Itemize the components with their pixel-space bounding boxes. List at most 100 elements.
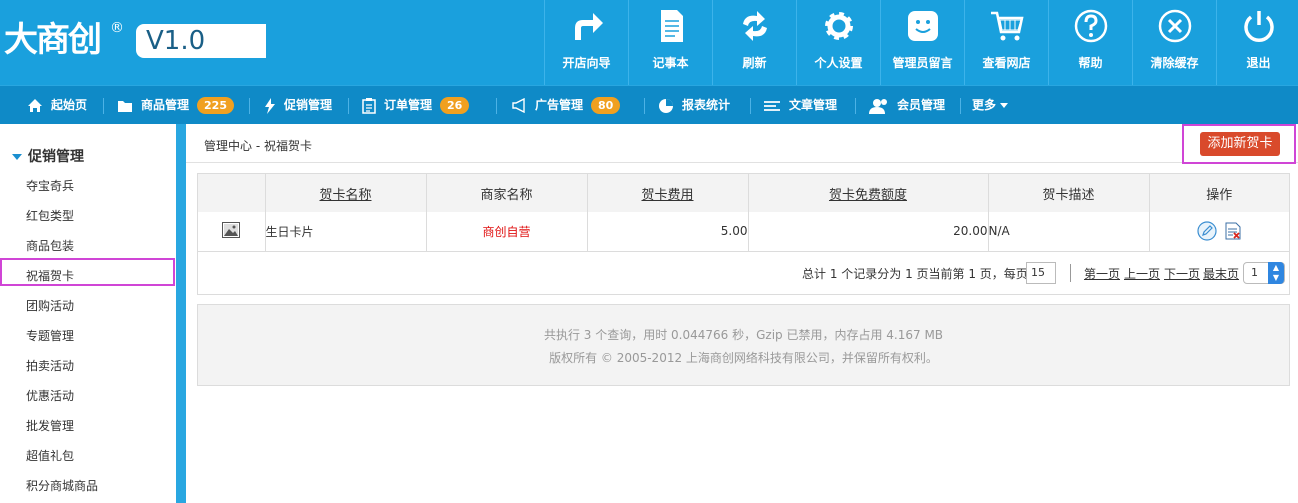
next-page-link[interactable]: 下一页 <box>1164 265 1200 282</box>
clear-cache-icon <box>1158 9 1192 43</box>
breadcrumb-text: 管理中心 - 祝福贺卡 <box>204 137 312 154</box>
message-smile-icon <box>908 11 938 41</box>
nav-orders-label: 订单管理 <box>384 98 433 112</box>
nav-divider <box>960 98 961 114</box>
nav-divider <box>348 98 349 114</box>
tool-personal-settings[interactable]: 个人设置 <box>796 0 880 85</box>
tool-label: 退出 <box>1246 56 1271 70</box>
sidebar-item-packaging[interactable]: 商品包装 <box>26 237 74 254</box>
prev-page-link[interactable]: 上一页 <box>1124 265 1160 282</box>
tool-view-shop[interactable]: 查看网店 <box>964 0 1048 85</box>
copyright: 版权所有 © 2005-2012 上海商创网络科技有限公司，并保留所有权利。 <box>549 351 938 365</box>
ads-count-badge: 80 <box>591 97 621 114</box>
nav-articles[interactable]: 文章管理 <box>763 86 837 125</box>
sidebar-heading[interactable]: 促销管理 <box>12 146 84 166</box>
shop-name-cell: 商创自营 <box>426 212 588 252</box>
top-toolbar: 开店向导 记事本 刷新 个人设置 管理员留言 查看网店 帮助 清除缓存 退出 <box>544 0 1298 85</box>
breadcrumb-root[interactable]: 管理中心 <box>204 139 252 153</box>
nav-ads[interactable]: 广告管理 80 <box>511 86 621 125</box>
header-card-fee[interactable]: 贺卡费用 <box>587 174 749 212</box>
nav-divider <box>249 98 250 114</box>
tool-label: 管理员留言 <box>892 56 953 70</box>
sidebar-heading-label: 促销管理 <box>28 149 84 165</box>
main-nav: 起始页 商品管理 225 促销管理 订单管理 26 广告管理 80 报表统计 文章管理… <box>0 85 1298 124</box>
add-greeting-card-button[interactable]: 添加新贺卡 <box>1200 132 1280 156</box>
header-card-name[interactable]: 贺卡名称 <box>265 174 427 212</box>
page-select-value: 1 <box>1251 266 1258 279</box>
power-icon <box>1244 11 1274 42</box>
sidebar-item-wholesale[interactable]: 批发管理 <box>26 417 74 434</box>
users-icon <box>869 98 887 114</box>
logo-text: 大商创 <box>4 20 102 60</box>
logo[interactable]: 大商创 ® V1.0 <box>0 18 266 62</box>
tool-refresh[interactable]: 刷新 <box>712 0 796 85</box>
sidebar-item-group-buy[interactable]: 团购活动 <box>26 297 74 314</box>
sidebar-item-bonus-types[interactable]: 红包类型 <box>26 207 74 224</box>
nav-reports-label: 报表统计 <box>682 98 731 112</box>
sidebar: 促销管理 夺宝奇兵 红包类型 商品包装 祝福贺卡 团购活动 专题管理 拍卖活动 … <box>0 124 176 503</box>
registered-mark: ® <box>110 20 124 36</box>
breadcrumb-current: 祝福贺卡 <box>263 139 312 153</box>
nav-divider <box>103 98 104 114</box>
orders-count-badge: 26 <box>440 97 470 114</box>
card-table-panel: 贺卡名称 商家名称 贺卡费用 贺卡免费额度 贺卡描述 操作 生日卡片 商创自营 … <box>197 173 1290 295</box>
last-page-link[interactable]: 最末页 <box>1203 265 1239 282</box>
home-icon <box>28 99 42 112</box>
nav-members-label: 会员管理 <box>897 98 946 112</box>
tool-notepad[interactable]: 记事本 <box>628 0 712 85</box>
card-name-cell: 生日卡片 <box>265 212 427 252</box>
active-item-highlight <box>0 258 175 286</box>
caret-down-icon <box>1000 103 1009 108</box>
tool-admin-message[interactable]: 管理员留言 <box>880 0 964 85</box>
sidebar-item-points-mall[interactable]: 积分商城商品 <box>26 477 98 494</box>
nav-more[interactable]: 更多 <box>972 86 1009 125</box>
folder-icon <box>118 100 132 112</box>
header-actions: 操作 <box>1149 174 1289 212</box>
notepad-icon <box>661 10 683 42</box>
table-row: 生日卡片 商创自营 5.00 20.00 N/A <box>198 212 1289 252</box>
nav-orders[interactable]: 订单管理 26 <box>362 86 470 125</box>
nav-home[interactable]: 起始页 <box>27 86 87 125</box>
help-icon <box>1074 9 1108 43</box>
page-select[interactable]: 1 ▲ ▼ <box>1243 262 1285 284</box>
nav-reports[interactable]: 报表统计 <box>658 86 730 125</box>
sidebar-item-topics[interactable]: 专题管理 <box>26 327 74 344</box>
nav-members[interactable]: 会员管理 <box>869 86 945 125</box>
card-table: 贺卡名称 商家名称 贺卡费用 贺卡免费额度 贺卡描述 操作 生日卡片 商创自营 … <box>198 174 1289 252</box>
bolt-icon <box>265 97 275 114</box>
nav-promo[interactable]: 促销管理 <box>264 86 332 125</box>
nav-goods-label: 商品管理 <box>141 98 190 112</box>
sort-card-fee-link[interactable]: 贺卡费用 <box>641 188 693 203</box>
edit-icon[interactable] <box>1197 221 1217 241</box>
sidebar-item-value-pack[interactable]: 超值礼包 <box>26 447 74 464</box>
card-image-cell[interactable] <box>198 212 266 252</box>
per-page-input[interactable]: 15 <box>1026 262 1056 284</box>
select-arrows-icon: ▲ ▼ <box>1268 262 1284 284</box>
tool-clear-cache[interactable]: 清除缓存 <box>1132 0 1216 85</box>
tool-setup-wizard[interactable]: 开店向导 <box>544 0 628 85</box>
query-stats: 共执行 3 个查询，用时 0.044766 秒，Gzip 已禁用，内存占用 4.… <box>543 328 944 342</box>
list-icon <box>764 100 780 111</box>
tool-help[interactable]: 帮助 <box>1048 0 1132 85</box>
nav-divider <box>644 98 645 114</box>
refresh-icon <box>743 11 767 41</box>
sort-free-quota-link[interactable]: 贺卡免费额度 <box>829 188 907 203</box>
sidebar-item-auction[interactable]: 拍卖活动 <box>26 357 74 374</box>
gear-icon <box>825 12 853 40</box>
sort-card-name-link[interactable]: 贺卡名称 <box>319 188 371 203</box>
version-label: V1.0 <box>136 24 266 58</box>
first-page-link[interactable]: 第一页 <box>1084 265 1120 282</box>
nav-articles-label: 文章管理 <box>789 98 838 112</box>
sidebar-item-snatch[interactable]: 夺宝奇兵 <box>26 177 74 194</box>
delete-icon[interactable] <box>1225 222 1241 240</box>
nav-promo-label: 促销管理 <box>284 98 333 112</box>
breadcrumb: 管理中心 - 祝福贺卡 <box>186 124 1298 163</box>
pie-chart-icon <box>659 98 673 113</box>
tool-label: 开店向导 <box>562 56 611 70</box>
sidebar-item-discount[interactable]: 优惠活动 <box>26 387 74 404</box>
header-free-quota[interactable]: 贺卡免费额度 <box>748 174 989 212</box>
image-thumbnail-icon[interactable] <box>222 221 241 238</box>
tool-logout[interactable]: 退出 <box>1216 0 1298 85</box>
nav-goods[interactable]: 商品管理 225 <box>117 86 234 125</box>
clipboard-icon <box>362 97 376 114</box>
